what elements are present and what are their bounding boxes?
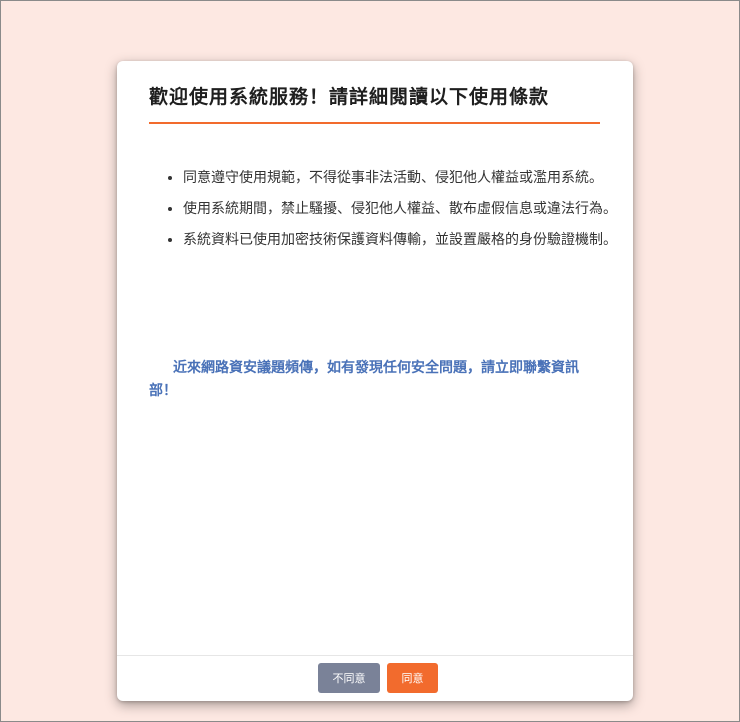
terms-item: 系統資料已使用加密技術保護資料傳輸，並設置嚴格的身份驗證機制。 (183, 229, 623, 252)
terms-item: 使用系統期間，禁止騷擾、侵犯他人權益、散布虛假信息或違法行為。 (183, 198, 623, 221)
terms-dialog: 歡迎使用系統服務！請詳細閱讀以下使用條款 同意遵守使用規範，不得從事非法活動、侵… (117, 61, 633, 701)
dialog-header: 歡迎使用系統服務！請詳細閱讀以下使用條款 (149, 83, 600, 124)
decline-button[interactable]: 不同意 (318, 663, 380, 693)
security-notice: 近來網路資安議題頻傳，如有發現任何安全問題，請立即聯繫資訊部！ (149, 360, 579, 399)
accept-button[interactable]: 同意 (387, 663, 438, 693)
dialog-title: 歡迎使用系統服務！請詳細閱讀以下使用條款 (149, 86, 550, 108)
terms-list: 同意遵守使用規範，不得從事非法活動、侵犯他人權益或濫用系統。 使用系統期間，禁止… (165, 167, 623, 260)
dialog-footer: 不同意 同意 (117, 655, 633, 701)
terms-item: 同意遵守使用規範，不得從事非法活動、侵犯他人權益或濫用系統。 (183, 167, 623, 190)
